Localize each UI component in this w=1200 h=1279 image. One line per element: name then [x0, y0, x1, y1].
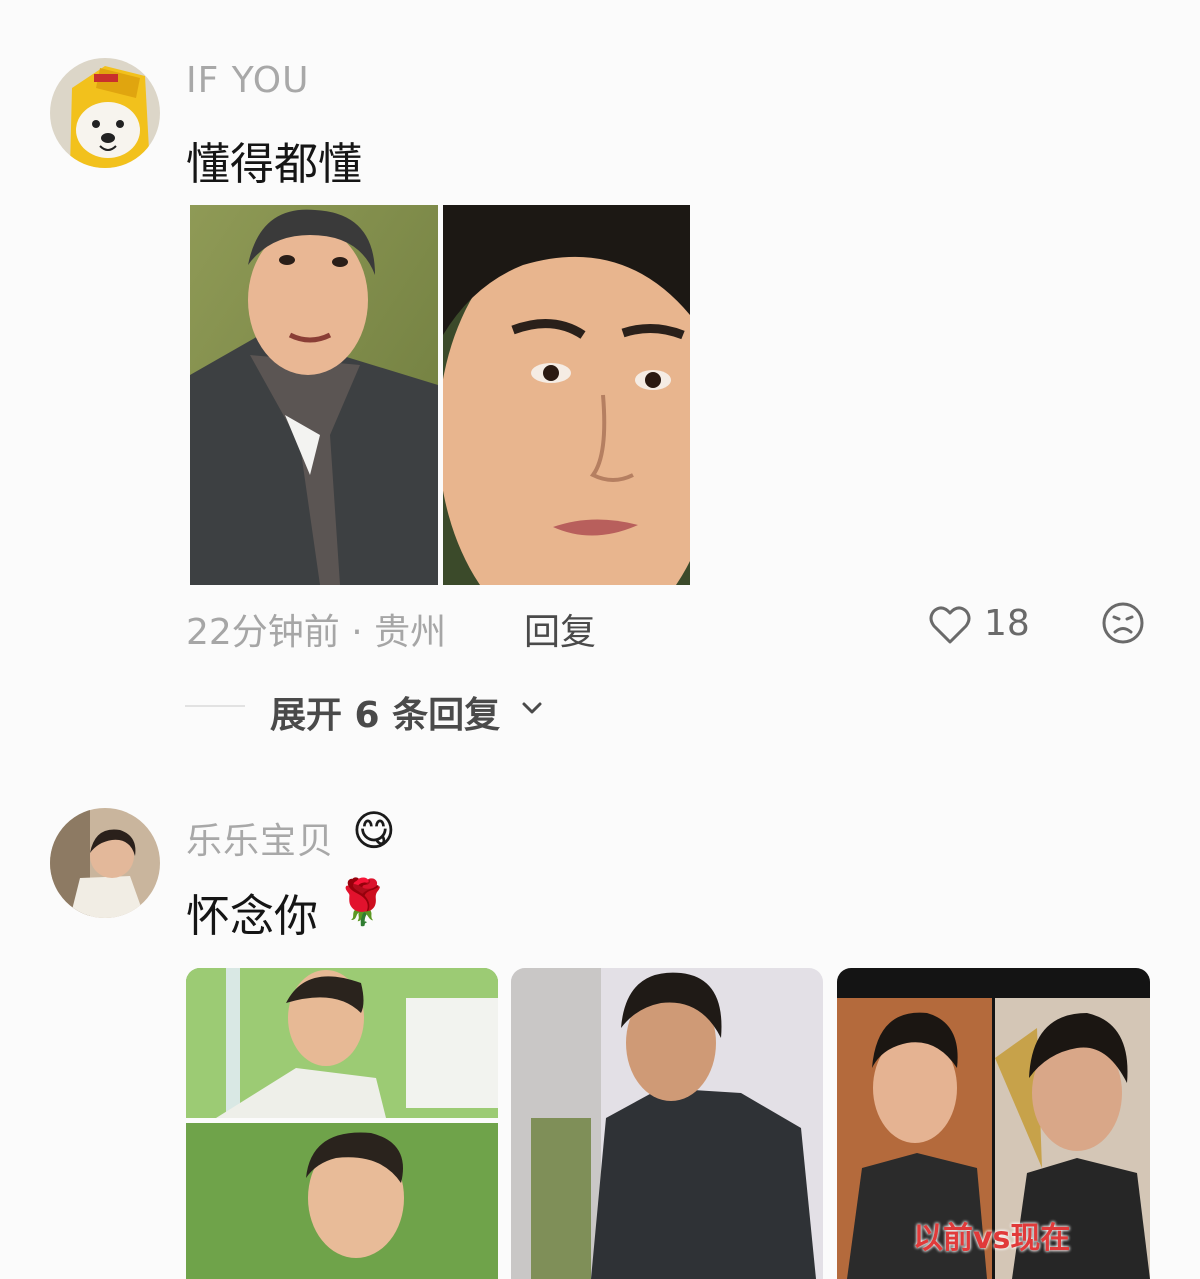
comment-image-2[interactable] [511, 968, 823, 1279]
comment-image-3[interactable]: 以前vs现在 [837, 968, 1150, 1279]
rose-emoji: 🌹 [335, 877, 390, 928]
woman-avatar-image [50, 808, 160, 918]
two-portraits-collage-photo [186, 968, 498, 1279]
yum-face-emoji: 😋 [352, 806, 396, 855]
comment-item-2: 乐乐宝贝 😋 怀念你 🌹 以前vs现在 [0, 0, 1200, 1279]
username[interactable]: 乐乐宝贝 [186, 812, 334, 864]
comment-image-1[interactable] [186, 968, 498, 1279]
comment-text: 怀念你 [186, 891, 318, 942]
man-in-polo-photo [511, 968, 823, 1279]
avatar[interactable] [50, 808, 160, 918]
image-caption: 以前vs现在 [913, 1221, 1071, 1256]
